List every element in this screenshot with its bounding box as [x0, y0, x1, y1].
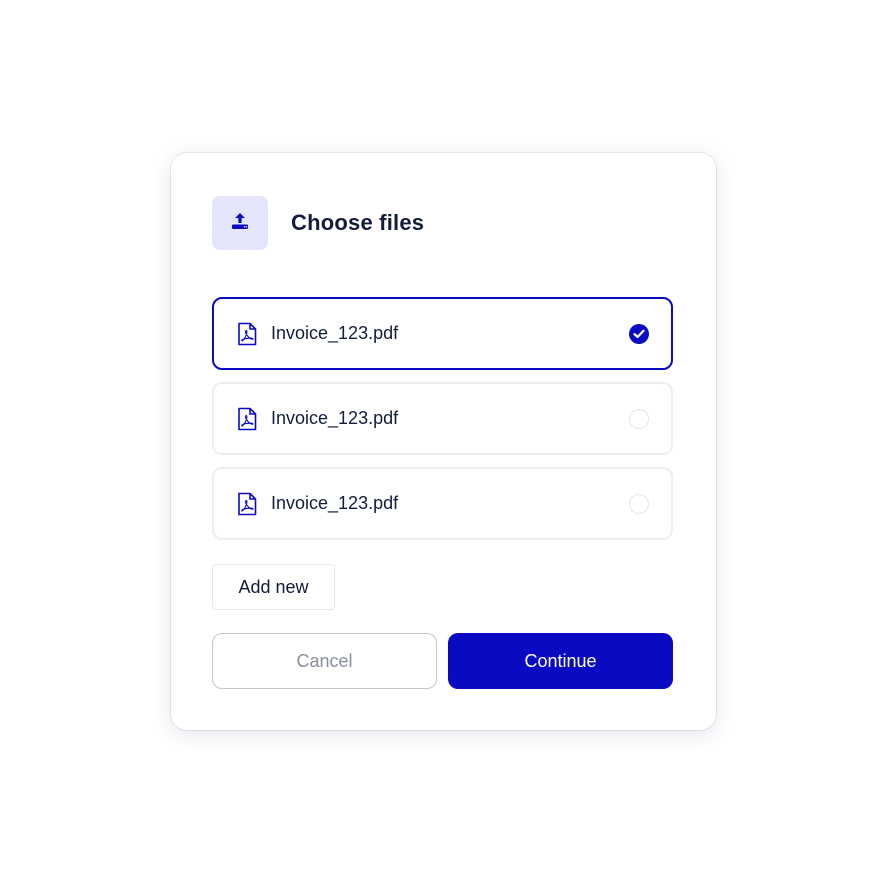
file-list: Invoice_123.pdf Invoice_123.pdf Invoice_… [212, 297, 673, 552]
upload-icon-box [212, 196, 268, 250]
file-option[interactable]: Invoice_123.pdf [212, 382, 673, 455]
add-new-button[interactable]: Add new [212, 564, 335, 610]
file-option[interactable]: Invoice_123.pdf [212, 297, 673, 370]
radio-checked-icon[interactable] [629, 323, 649, 344]
dialog-header: Choose files [212, 196, 424, 250]
upload-icon [230, 211, 250, 236]
file-name: Invoice_123.pdf [271, 323, 399, 343]
continue-button[interactable]: Continue [448, 633, 673, 689]
pdf-file-icon [236, 492, 258, 516]
file-name: Invoice_123.pdf [271, 408, 399, 428]
choose-files-dialog: Choose files Invoice_123.pdf Invoice_123… [171, 153, 716, 730]
radio-unchecked-icon[interactable] [629, 493, 649, 514]
dialog-title: Choose files [291, 210, 425, 235]
file-option[interactable]: Invoice_123.pdf [212, 467, 673, 540]
radio-unchecked-icon[interactable] [629, 408, 649, 429]
pdf-file-icon [236, 322, 258, 346]
pdf-file-icon [236, 407, 258, 431]
file-name: Invoice_123.pdf [271, 493, 399, 513]
cancel-button[interactable]: Cancel [212, 633, 437, 689]
